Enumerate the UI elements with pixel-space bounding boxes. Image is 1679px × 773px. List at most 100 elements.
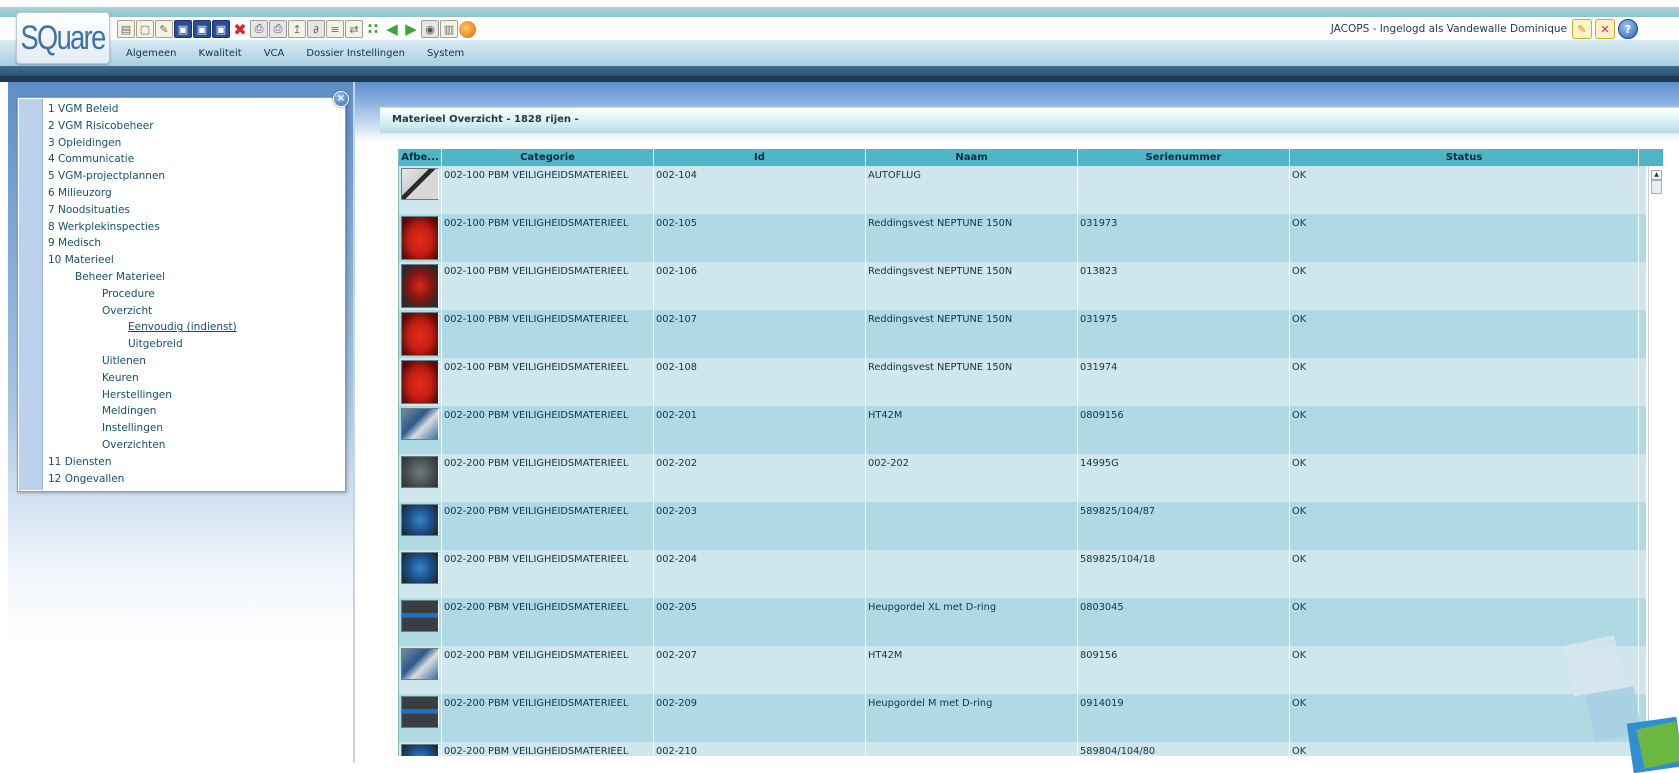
nav-item[interactable]: Uitlenen — [48, 353, 237, 370]
edit-document-icon[interactable]: ✎ — [155, 20, 173, 38]
item-thumbnail[interactable] — [401, 264, 439, 308]
back-icon[interactable]: ◀ — [383, 20, 401, 38]
nav-item[interactable]: 6 Milieuzorg — [48, 185, 237, 202]
attach-icon[interactable]: ∂ — [307, 20, 325, 38]
material-table: Afbe... Categorie Id Naam Serienummer Status … — [398, 149, 1663, 756]
view-icon[interactable]: ◉ — [421, 20, 439, 38]
nav-item[interactable]: Eenvoudig (indienst) — [48, 319, 237, 336]
table-row[interactable]: 002-200 PBM VEILIGHEIDSMATERIEEL 002-204 5… — [399, 550, 1646, 598]
table-row[interactable]: 002-200 PBM VEILIGHEIDSMATERIEEL 002-205 H… — [399, 598, 1646, 646]
key-icon[interactable]: ✎ — [1572, 19, 1592, 39]
globe-icon[interactable] — [459, 20, 476, 38]
item-thumbnail[interactable] — [401, 552, 439, 584]
nav-item[interactable]: Overzicht — [48, 303, 237, 320]
cell-id: 002-108 — [654, 358, 866, 406]
cell-categorie: 002-100 PBM VEILIGHEIDSMATERIEEL — [442, 310, 654, 358]
cell-naam: HT42M — [866, 646, 1078, 694]
cell-serienummer: 013823 — [1078, 262, 1290, 310]
item-thumbnail[interactable] — [401, 648, 439, 680]
menu-item-vca[interactable]: VCA — [253, 48, 296, 59]
item-thumbnail[interactable] — [401, 408, 439, 440]
save-as-icon[interactable]: ▣ — [193, 20, 211, 38]
new-document-icon[interactable]: ▤ — [117, 20, 135, 38]
nav-item[interactable]: Herstellingen — [48, 387, 237, 404]
table-row[interactable]: 002-100 PBM VEILIGHEIDSMATERIEEL 002-105 R… — [399, 214, 1646, 262]
table-row[interactable]: 002-100 PBM VEILIGHEIDSMATERIEEL 002-107 R… — [399, 310, 1646, 358]
table-row[interactable]: 002-200 PBM VEILIGHEIDSMATERIEEL 002-203 5… — [399, 502, 1646, 550]
item-thumbnail[interactable] — [401, 168, 439, 200]
table-row[interactable]: 002-200 PBM VEILIGHEIDSMATERIEEL 002-210 5… — [399, 742, 1646, 756]
nav-item[interactable]: Meldingen — [48, 403, 237, 420]
nav-item[interactable]: Procedure — [48, 286, 237, 303]
cell-status: OK — [1290, 598, 1639, 646]
image-cell — [399, 598, 442, 646]
save-icon[interactable]: ▣ — [174, 20, 192, 38]
item-thumbnail[interactable] — [401, 696, 439, 728]
nav-item[interactable]: 7 Noodsituaties — [48, 202, 237, 219]
export-icon[interactable]: ↥ — [288, 20, 306, 38]
table-row[interactable]: 002-200 PBM VEILIGHEIDSMATERIEEL 002-201 H… — [399, 406, 1646, 454]
menu-item-dossier-instellingen[interactable]: Dossier Instellingen — [295, 48, 416, 59]
item-thumbnail[interactable] — [401, 216, 439, 260]
item-thumbnail[interactable] — [401, 456, 439, 488]
nav-item[interactable]: 1 VGM Beleid — [48, 101, 237, 118]
table-row[interactable]: 002-200 PBM VEILIGHEIDSMATERIEEL 002-202 0… — [399, 454, 1646, 502]
nav-close-icon[interactable]: × — [333, 91, 349, 107]
nav-item[interactable]: Overzichten — [48, 437, 237, 454]
item-thumbnail[interactable] — [401, 504, 439, 536]
table-scrollbar[interactable]: ▲ — [1648, 166, 1663, 756]
item-thumbnail[interactable] — [401, 600, 439, 632]
column-header[interactable]: Naam — [866, 149, 1078, 166]
cell-categorie: 002-200 PBM VEILIGHEIDSMATERIEEL — [442, 454, 654, 502]
scroll-up-icon[interactable]: ▲ — [1651, 170, 1662, 180]
nav-item[interactable]: 4 Communicatie — [48, 151, 237, 168]
nav-item[interactable]: 9 Medisch — [48, 235, 237, 252]
item-thumbnail[interactable] — [401, 312, 439, 356]
nav-item[interactable]: Instellingen — [48, 420, 237, 437]
menu-item-kwaliteit[interactable]: Kwaliteit — [188, 48, 253, 59]
nav-item[interactable]: Uitgebreid — [48, 336, 237, 353]
nav-item[interactable]: 2 VGM Risicobeheer — [48, 118, 237, 135]
cell-naam: HT42M — [866, 406, 1078, 454]
cell-serienummer: 0803045 — [1078, 598, 1290, 646]
table-row[interactable]: 002-200 PBM VEILIGHEIDSMATERIEEL 002-209 H… — [399, 694, 1646, 742]
nav-item[interactable]: 8 Werkplekinspecties — [48, 219, 237, 236]
column-header[interactable]: Id — [654, 149, 866, 166]
key-remove-icon[interactable]: ✕ — [1595, 19, 1615, 39]
nav-item[interactable]: 12 Ongevallen — [48, 471, 237, 488]
copy-document-icon[interactable]: ▢ — [136, 20, 154, 38]
save-all-icon[interactable]: ▣ — [212, 20, 230, 38]
forward-icon[interactable]: ▶ — [402, 20, 420, 38]
table-row[interactable]: 002-100 PBM VEILIGHEIDSMATERIEEL 002-108 R… — [399, 358, 1646, 406]
table-row[interactable]: 002-100 PBM VEILIGHEIDSMATERIEEL 002-104 A… — [399, 166, 1646, 214]
column-header[interactable]: Afbe... — [399, 149, 442, 166]
print-preview-icon[interactable]: ⎙ — [269, 20, 287, 38]
help-icon[interactable]: ? — [1618, 19, 1638, 39]
app-logo[interactable]: SQuare — [16, 12, 110, 64]
nav-item[interactable]: Keuren — [48, 370, 237, 387]
nav-item[interactable]: Beheer Materieel — [48, 269, 237, 286]
scroll-thumb[interactable] — [1651, 180, 1662, 194]
list-icon[interactable]: ≡ — [326, 20, 344, 38]
item-thumbnail[interactable] — [401, 360, 439, 404]
move-icon[interactable]: ⇄ — [345, 20, 363, 38]
footsteps-icon[interactable]: ∷ — [364, 20, 382, 38]
cell-categorie: 002-200 PBM VEILIGHEIDSMATERIEEL — [442, 694, 654, 742]
column-header[interactable]: Status — [1290, 149, 1639, 166]
report-icon[interactable]: ▥ — [440, 20, 458, 38]
menu-item-algemeen[interactable]: Algemeen — [115, 48, 188, 59]
nav-item[interactable]: 10 Materieel — [48, 252, 237, 269]
delete-icon[interactable]: ✖ — [231, 20, 249, 39]
image-cell — [399, 310, 442, 358]
cell-id: 002-210 — [654, 742, 866, 756]
column-header[interactable]: Serienummer — [1078, 149, 1290, 166]
print-icon[interactable]: ⎙ — [250, 20, 268, 38]
item-thumbnail[interactable] — [401, 744, 439, 756]
menu-item-system[interactable]: System — [416, 48, 475, 59]
nav-item[interactable]: 5 VGM-projectplannen — [48, 168, 237, 185]
column-header[interactable]: Categorie — [442, 149, 654, 166]
table-row[interactable]: 002-100 PBM VEILIGHEIDSMATERIEEL 002-106 R… — [399, 262, 1646, 310]
table-row[interactable]: 002-200 PBM VEILIGHEIDSMATERIEEL 002-207 H… — [399, 646, 1646, 694]
nav-item[interactable]: 11 Diensten — [48, 454, 237, 471]
nav-item[interactable]: 3 Opleidingen — [48, 135, 237, 152]
